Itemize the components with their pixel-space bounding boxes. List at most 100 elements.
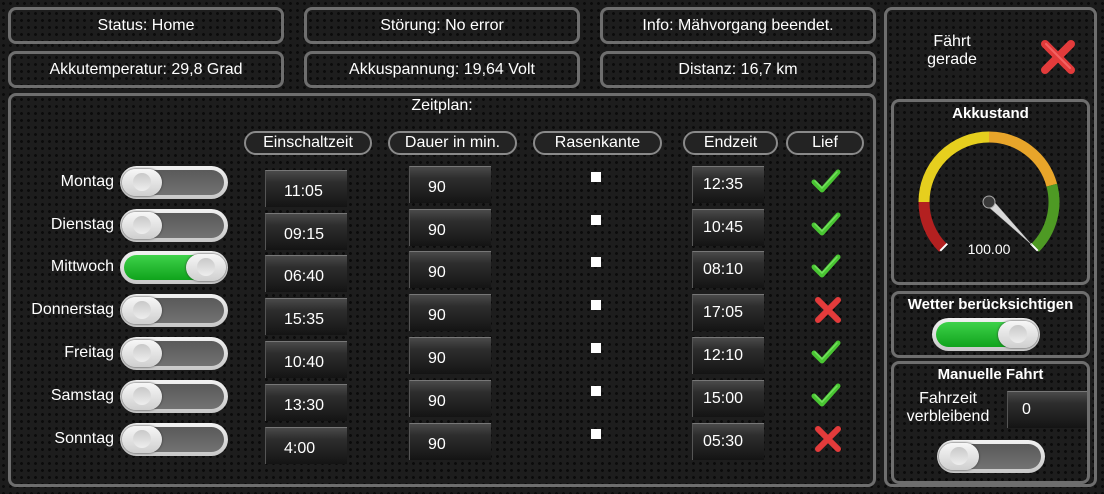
day-toggle-knob[interactable] (122, 426, 162, 453)
end-time-value: 10:45 (703, 219, 744, 236)
gauge-arc-high (988, 131, 1058, 187)
status-display: Status: Home (8, 7, 284, 44)
day-label: Freitag (64, 344, 114, 361)
drive-status-icon (1041, 40, 1075, 74)
day-toggle[interactable] (120, 251, 228, 284)
edge-checkbox[interactable] (591, 215, 601, 225)
start-time-input[interactable]: 13:30 (265, 384, 347, 421)
end-time-input[interactable]: 12:35 (692, 166, 764, 203)
day-toggle-knob[interactable] (186, 254, 226, 281)
start-time-value: 15:35 (284, 311, 325, 328)
day-toggle[interactable] (120, 209, 228, 242)
start-time-input[interactable]: 06:40 (265, 255, 347, 292)
day-toggle-knob[interactable] (122, 212, 162, 239)
duration-value: 90 (428, 436, 446, 453)
day-toggle[interactable] (120, 166, 228, 199)
edge-checkbox[interactable] (591, 257, 601, 267)
day-toggle-knob[interactable] (122, 340, 162, 367)
duration-value: 90 (428, 393, 446, 410)
start-time-value: 4:00 (284, 440, 316, 457)
end-time-value: 05:30 (703, 433, 744, 450)
weather-panel: Wetter berücksichtigen (891, 291, 1090, 358)
akkuspannung-text: Akkuspannung: 19,64 Volt (349, 60, 535, 78)
schedule-panel: Zeitplan: Einschaltzeit Dauer in min. Ra… (8, 93, 876, 487)
edge-checkbox[interactable] (591, 300, 601, 310)
end-time-input[interactable]: 17:05 (692, 294, 764, 331)
day-toggle-track (122, 169, 224, 196)
manual-drive-toggle[interactable] (937, 440, 1045, 473)
stoerung-display: Störung: No error (304, 7, 580, 44)
akkuspannung-display: Akkuspannung: 19,64 Volt (304, 51, 580, 88)
start-time-input[interactable]: 10:40 (265, 341, 347, 378)
header-einschaltzeit: Einschaltzeit (244, 131, 372, 155)
duration-value: 90 (428, 179, 446, 196)
edge-checkbox[interactable] (591, 429, 601, 439)
start-time-input[interactable]: 4:00 (265, 427, 347, 464)
gauge-hub (982, 195, 996, 209)
day-toggle-knob[interactable] (122, 297, 162, 324)
end-time-value: 12:35 (703, 176, 744, 193)
info-text: Info: Mähvorgang beendet. (642, 16, 834, 34)
right-column: Fährt gerade Akkustand 100.00 Wetter ber… (884, 7, 1097, 487)
day-toggle-knob[interactable] (122, 169, 162, 196)
manual-toggle-knob[interactable] (939, 443, 979, 470)
duration-input[interactable]: 90 (409, 209, 491, 246)
weather-toggle-knob[interactable] (998, 321, 1038, 348)
distanz-display: Distanz: 16,7 km (600, 51, 876, 88)
manual-remaining-value: 0 (1022, 401, 1031, 418)
weather-toggle[interactable] (932, 318, 1040, 351)
duration-input[interactable]: 90 (409, 294, 491, 331)
end-time-input[interactable]: 10:45 (692, 209, 764, 246)
duration-input[interactable]: 90 (409, 380, 491, 417)
end-time-value: 17:05 (703, 304, 744, 321)
header-endzeit: Endzeit (683, 131, 778, 155)
day-toggle[interactable] (120, 423, 228, 456)
end-time-value: 12:10 (703, 347, 744, 364)
duration-value: 90 (428, 307, 446, 324)
edge-checkbox[interactable] (591, 172, 601, 182)
manual-panel: Manuelle Fahrt Fahrzeit verbleibend 0 (891, 361, 1090, 484)
duration-input[interactable]: 90 (409, 337, 491, 374)
manual-remaining-label-line2: verbleibend (906, 408, 990, 425)
manual-title: Manuelle Fahrt (937, 366, 1044, 383)
battery-title: Akkustand (952, 105, 1029, 122)
battery-panel: Akkustand 100.00 (891, 99, 1090, 285)
day-toggle[interactable] (120, 337, 228, 370)
duration-input[interactable]: 90 (409, 423, 491, 460)
cross-icon (815, 297, 841, 323)
start-time-value: 09:15 (284, 226, 325, 243)
end-time-input[interactable]: 05:30 (692, 423, 764, 460)
day-toggle-track (122, 426, 224, 453)
manual-remaining-label: Fahrzeit verbleibend (900, 390, 996, 426)
akkutemperatur-text: Akkutemperatur: 29,8 Grad (49, 60, 243, 78)
header-rasenkante: Rasenkante (533, 131, 662, 155)
start-time-input[interactable]: 15:35 (265, 298, 347, 335)
header-dauer: Dauer in min. (388, 131, 517, 155)
manual-remaining-field[interactable]: 0 (1007, 391, 1087, 428)
info-display: Info: Mähvorgang beendet. (600, 7, 876, 44)
day-toggle-track (122, 340, 224, 367)
duration-input[interactable]: 90 (409, 251, 491, 288)
stoerung-text: Störung: No error (380, 16, 504, 34)
duration-input[interactable]: 90 (409, 166, 491, 203)
day-toggle[interactable] (120, 380, 228, 413)
day-label: Samstag (50, 387, 114, 404)
drive-label-text: Fährt gerade (927, 33, 977, 68)
battery-gauge: 100.00 (918, 131, 1060, 257)
day-toggle-knob[interactable] (122, 383, 162, 410)
status-text: Status: Home (97, 16, 195, 34)
edge-checkbox[interactable] (591, 343, 601, 353)
check-icon (811, 169, 841, 193)
gauge-arc-mid (918, 131, 990, 203)
end-time-input[interactable]: 15:00 (692, 380, 764, 417)
start-time-input[interactable]: 09:15 (265, 213, 347, 250)
manual-remaining-label-line1: Fahrzeit (919, 390, 977, 407)
start-time-input[interactable]: 11:05 (265, 170, 347, 207)
day-label: Montag (60, 173, 114, 190)
edge-checkbox[interactable] (591, 386, 601, 396)
end-time-input[interactable]: 08:10 (692, 251, 764, 288)
check-icon (811, 340, 841, 364)
day-toggle[interactable] (120, 294, 228, 327)
duration-value: 90 (428, 222, 446, 239)
end-time-input[interactable]: 12:10 (692, 337, 764, 374)
